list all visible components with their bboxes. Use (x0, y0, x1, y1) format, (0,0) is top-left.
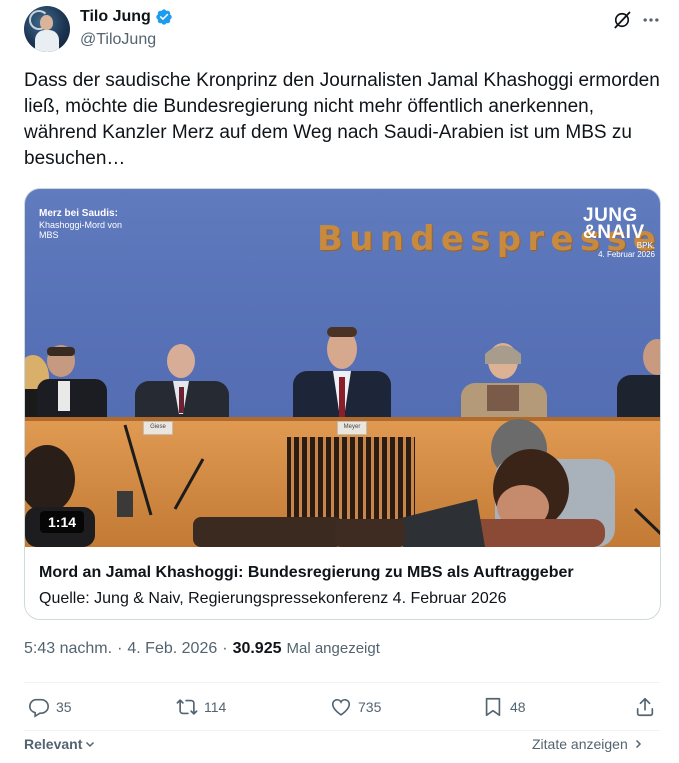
video-overlay-title: Merz bei Saudis: (39, 208, 118, 219)
repost-count: 114 (204, 699, 227, 715)
divider (24, 730, 660, 731)
video-player[interactable]: Giese Meyer Bundespresseko Merz bei Saud… (25, 189, 660, 547)
sort-dropdown[interactable]: Relevant (24, 736, 96, 752)
like-button[interactable]: 735 (330, 696, 381, 718)
author-handle[interactable]: @TiloJung (80, 31, 156, 49)
card-source: Quelle: Jung & Naiv, Regierungspressekon… (39, 590, 507, 607)
nameplate-giese-label: Giese (150, 424, 166, 430)
jung-naiv-logo: JUNG &NAIV (583, 206, 645, 243)
chevron-right-icon (635, 739, 641, 749)
view-quotes-link[interactable]: Zitate anzeigen (532, 736, 644, 752)
author-name[interactable]: Tilo Jung (80, 8, 151, 26)
tweet-date[interactable]: 4. Feb. 2026 (127, 640, 217, 658)
meta-separator: · (117, 640, 123, 657)
nameplate-meyer: Meyer (337, 421, 367, 435)
bookmark-button[interactable]: 48 (482, 696, 526, 718)
repost-button[interactable]: 114 (176, 696, 226, 718)
link-card[interactable]: Giese Meyer Bundespresseko Merz bei Saud… (24, 188, 661, 620)
bookmark-icon (485, 697, 501, 717)
divider (24, 682, 660, 683)
bpk-line-1: BPK, (636, 241, 655, 250)
brand-line-2: &NAIV (583, 222, 645, 243)
video-duration-badge: 1:14 (40, 511, 85, 533)
bookmark-count: 48 (510, 699, 526, 715)
share-button[interactable] (634, 696, 656, 718)
views-count: 30.925 (232, 640, 282, 657)
share-icon (636, 697, 654, 717)
action-bar: 35 114 735 48 (24, 696, 660, 724)
tweet-text: Dass der saudische Kronprinz den Journal… (24, 70, 660, 169)
chevron-down-icon (86, 741, 95, 748)
video-overlay-subtitle: Khashoggi-Mord von MBS (39, 220, 123, 240)
sort-label: Relevant (24, 736, 83, 752)
author-name-row: Tilo Jung (80, 8, 173, 26)
quotes-label: Zitate anzeigen (532, 736, 628, 752)
views-label: Mal angezeigt (286, 640, 380, 657)
grok-icon[interactable] (612, 10, 632, 30)
avatar[interactable] (24, 6, 70, 52)
tweet-header: Tilo Jung @TiloJung (24, 4, 664, 56)
verified-badge-icon (156, 9, 172, 25)
tweet-time[interactable]: 5:43 nachm. (24, 640, 112, 658)
reply-icon (29, 698, 49, 718)
tweet-meta: 5:43 nachm. · 4. Feb. 2026 · 30.925 Mal … (24, 640, 380, 658)
meta-separator: · (222, 640, 228, 657)
bpk-date-label: BPK, 4. Februar 2026 (585, 241, 655, 259)
nameplate-giese: Giese (143, 421, 173, 435)
card-title[interactable]: Mord an Jamal Khashoggi: Bundesregierung… (39, 564, 574, 582)
nameplate-meyer-label: Meyer (343, 424, 361, 430)
reply-count: 35 (56, 699, 72, 715)
like-count: 735 (358, 699, 382, 715)
more-options-icon[interactable] (640, 10, 662, 30)
bpk-line-2: 4. Februar 2026 (598, 250, 655, 259)
heart-icon (331, 698, 351, 716)
repost-icon (176, 699, 198, 715)
reply-button[interactable]: 35 (28, 696, 72, 718)
